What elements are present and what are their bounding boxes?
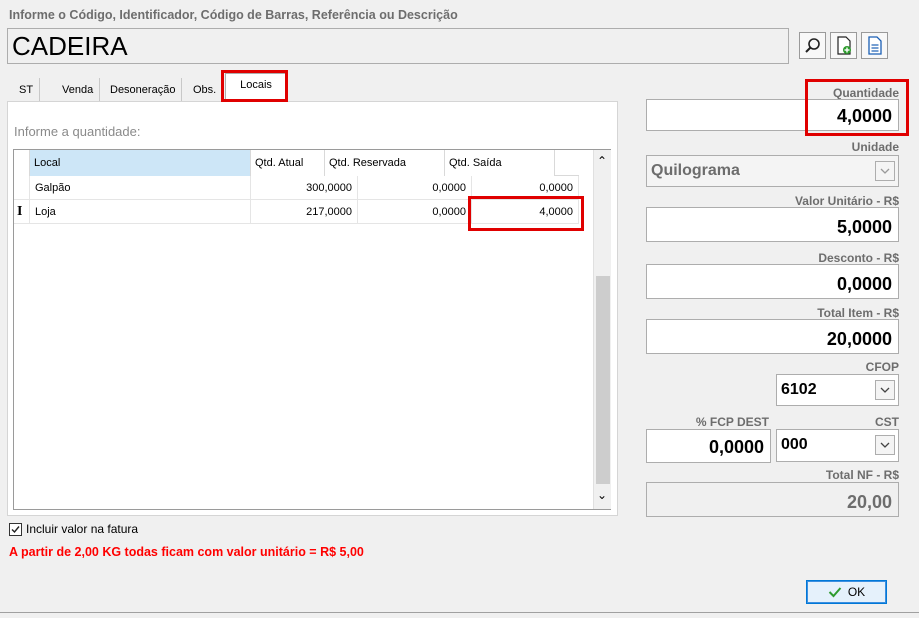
cell-qtd-atual[interactable]: 300,0000	[251, 176, 358, 200]
incluir-fatura-checkbox[interactable]	[9, 523, 22, 536]
chevron-down-icon	[880, 168, 890, 174]
incluir-fatura-label[interactable]: Incluir valor na fatura	[26, 522, 138, 536]
fcp-dest-field[interactable]: 0,0000	[646, 429, 771, 463]
cell-qtd-reservada[interactable]: 0,0000	[358, 200, 472, 224]
total-nf-field: 20,00	[646, 482, 899, 517]
document-icon	[867, 35, 882, 55]
total-nf-label: Total NF - R$	[825, 468, 899, 482]
grid-header: Local Qtd. Atual Qtd. Reservada Qtd. Saí…	[14, 150, 579, 176]
search-label: Informe o Código, Identificador, Código …	[9, 8, 458, 22]
new-document-icon	[836, 35, 851, 55]
cst-value: 000	[781, 436, 808, 453]
cell-local[interactable]: Galpão	[30, 176, 251, 200]
highlight-qtd-saida	[468, 196, 584, 231]
tab-desoneracao[interactable]: Desoneração	[104, 78, 183, 102]
header-qtd-atual[interactable]: Qtd. Atual	[251, 150, 325, 176]
unidade-select[interactable]: Quilograma	[646, 155, 899, 187]
price-notice: A partir de 2,00 KG todas ficam com valo…	[9, 545, 364, 559]
total-item-label: Total Item - R$	[817, 306, 899, 320]
header-qtd-saida[interactable]: Qtd. Saída	[445, 150, 555, 176]
fcp-dest-label: % FCP DEST	[695, 415, 769, 429]
checkmark-icon	[11, 526, 20, 534]
check-icon	[828, 587, 842, 598]
header-qtd-reservada[interactable]: Qtd. Reservada	[325, 150, 445, 176]
details-button[interactable]	[861, 32, 888, 59]
highlight-quantidade	[805, 79, 909, 136]
cfop-dropdown-button[interactable]	[875, 380, 895, 400]
total-item-field[interactable]: 20,0000	[646, 319, 899, 354]
chevron-down-icon	[880, 387, 890, 393]
scrollbar-thumb[interactable]	[596, 276, 610, 484]
tab-venda[interactable]: Venda	[56, 78, 101, 102]
unidade-value: Quilograma	[651, 162, 740, 179]
row-indicator: I	[14, 200, 30, 224]
grid-scrollbar[interactable]: ⌃ ⌄	[593, 150, 611, 509]
cfop-label: CFOP	[865, 360, 899, 374]
unidade-label: Unidade	[851, 140, 899, 154]
header-indicator	[14, 150, 30, 176]
quantity-prompt: Informe a quantidade:	[14, 124, 141, 139]
chevron-up-icon[interactable]: ⌃	[597, 154, 607, 168]
tab-obs[interactable]: Obs.	[187, 78, 224, 102]
unidade-dropdown-button[interactable]	[875, 161, 895, 181]
ok-button[interactable]: OK	[806, 580, 887, 604]
chevron-down-icon	[880, 442, 890, 448]
cell-qtd-atual[interactable]: 217,0000	[251, 200, 358, 224]
cst-label: CST	[875, 415, 899, 429]
cst-select[interactable]: 000	[776, 429, 899, 462]
chevron-down-icon[interactable]: ⌄	[597, 488, 607, 502]
new-item-button[interactable]	[830, 32, 857, 59]
ok-label: OK	[847, 585, 866, 599]
cell-local[interactable]: Loja	[30, 200, 251, 224]
desconto-field[interactable]: 0,0000	[646, 264, 899, 299]
tab-st[interactable]: ST	[13, 78, 41, 102]
cfop-value: 6102	[781, 381, 817, 398]
valor-unitario-label: Valor Unitário - R$	[794, 194, 899, 208]
search-input[interactable]: CADEIRA	[7, 28, 789, 64]
desconto-label: Desconto - R$	[818, 251, 899, 265]
cell-qtd-reservada[interactable]: 0,0000	[358, 176, 472, 200]
cfop-select[interactable]: 6102	[776, 374, 899, 406]
highlight-tab-locais	[221, 70, 288, 102]
valor-unitario-field[interactable]: 5,0000	[646, 207, 899, 242]
header-local[interactable]: Local	[30, 150, 251, 176]
search-button[interactable]	[799, 32, 826, 59]
cst-dropdown-button[interactable]	[875, 435, 895, 455]
window-bottom-edge	[0, 612, 919, 618]
row-indicator	[14, 176, 30, 200]
search-icon	[804, 37, 820, 53]
